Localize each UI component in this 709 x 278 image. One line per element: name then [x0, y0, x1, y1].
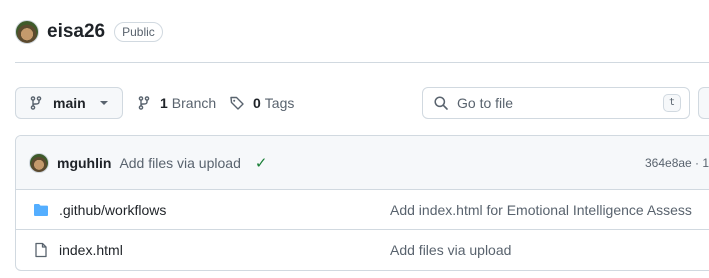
keyboard-shortcut-hint: t — [662, 94, 681, 112]
branch-count: 1 — [160, 95, 168, 111]
owner-avatar[interactable] — [15, 20, 39, 44]
file-icon — [33, 242, 49, 258]
tag-count: 0 — [253, 95, 261, 111]
file-commit-message[interactable]: Add files via upload — [390, 230, 511, 270]
repo-name[interactable]: eisa26 — [47, 21, 105, 43]
tag-label: Tags — [264, 95, 295, 111]
repo-header: eisa26 Public — [15, 17, 163, 47]
file-row-folder[interactable]: .github/workflows Add index.html for Emo… — [16, 190, 709, 230]
file-table: mguhlin Add files via upload ✓ 364e8ae ·… — [15, 135, 709, 271]
add-file-button[interactable] — [698, 87, 709, 119]
tag-icon — [229, 95, 245, 111]
go-to-file-placeholder: Go to file — [457, 95, 514, 111]
chevron-down-icon — [99, 101, 108, 105]
file-row-file[interactable]: index.html Add files via upload — [16, 230, 709, 270]
go-to-file-input[interactable]: Go to file t — [422, 87, 690, 119]
visibility-badge: Public — [114, 22, 163, 42]
commit-hash[interactable]: 364e8ae · 1 — [645, 136, 709, 190]
file-name[interactable]: index.html — [59, 242, 123, 258]
branches-link[interactable]: 1 Branch — [136, 87, 216, 119]
commit-author-avatar[interactable] — [29, 152, 49, 173]
file-name[interactable]: .github/workflows — [59, 202, 166, 218]
branch-name: main — [53, 95, 86, 111]
check-icon[interactable]: ✓ — [255, 154, 268, 172]
commit-author[interactable]: mguhlin — [57, 155, 111, 171]
file-commit-message[interactable]: Add index.html for Emotional Intelligenc… — [390, 190, 692, 230]
git-branch-icon — [28, 95, 44, 111]
branch-label: Branch — [171, 95, 217, 111]
repo-page: eisa26 Public main 1 Branch 0 Tags Go to… — [0, 0, 709, 278]
header-divider — [15, 62, 709, 63]
folder-icon — [33, 202, 49, 218]
latest-commit-row: mguhlin Add files via upload ✓ 364e8ae ·… — [16, 136, 709, 190]
branch-select-button[interactable]: main — [15, 87, 123, 119]
search-icon — [433, 95, 449, 111]
git-branch-icon — [136, 95, 152, 111]
tags-link[interactable]: 0 Tags — [229, 87, 294, 119]
commit-message[interactable]: Add files via upload — [119, 155, 240, 171]
